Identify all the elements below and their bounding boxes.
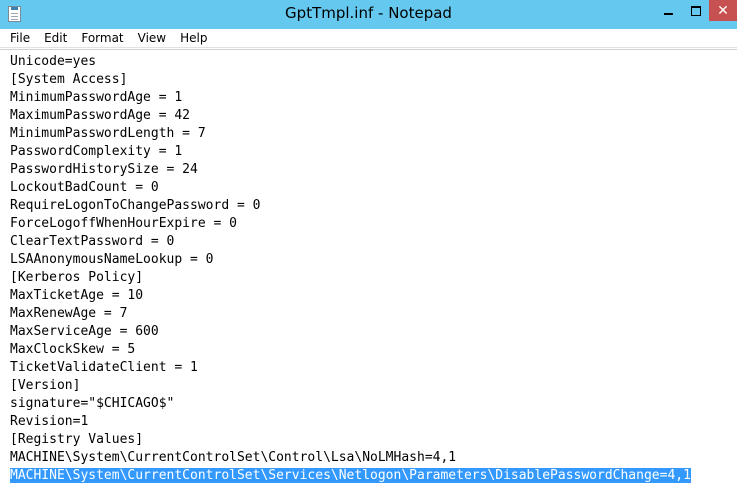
selected-text-line[interactable]: MACHINE\System\CurrentControlSet\Service… (10, 467, 691, 485)
text-line-content: MinimumPasswordLength = 7 (10, 126, 206, 141)
text-line[interactable]: [Version] (10, 377, 691, 395)
text-line[interactable]: MaxRenewAge = 7 (10, 305, 691, 323)
text-line-content: TicketValidateClient = 1 (10, 360, 198, 375)
close-icon: ✕ (717, 2, 729, 19)
text-line[interactable]: PasswordHistorySize = 24 (10, 161, 691, 179)
minimize-icon (664, 12, 673, 15)
text-line[interactable]: RequireLogonToChangePassword = 0 (10, 197, 691, 215)
text-line[interactable]: MinimumPasswordAge = 1 (10, 89, 691, 107)
text-line[interactable]: MaximumPasswordAge = 42 (10, 107, 691, 125)
text-line-content: MaxServiceAge = 600 (10, 324, 159, 339)
text-line-content: MaxClockSkew = 5 (10, 342, 136, 357)
maximize-icon (690, 5, 701, 16)
text-line[interactable]: [Registry Values] (10, 431, 691, 449)
text-line[interactable]: LockoutBadCount = 0 (10, 179, 691, 197)
text-line-content: [Version] (10, 378, 81, 393)
text-line[interactable]: signature="$CHICAGO$" (10, 395, 691, 413)
menu-bar: File Edit Format View Help (0, 29, 737, 48)
text-line-content: LSAAnonymousNameLookup = 0 (10, 252, 214, 267)
text-line[interactable]: Revision=1 (10, 413, 691, 431)
window-title: GptTmpl.inf - Notepad (285, 4, 452, 22)
text-line-content: MACHINE\System\CurrentControlSet\Service… (10, 468, 691, 483)
text-line-content: RequireLogonToChangePassword = 0 (10, 198, 261, 213)
text-line-content: PasswordHistorySize = 24 (10, 162, 198, 177)
text-editor[interactable]: Unicode=yes [System Access] MinimumPasswor… (0, 49, 737, 503)
text-line-content: Revision=1 (10, 414, 89, 429)
text-line-content: Unicode=yes (10, 54, 97, 69)
text-line-content: ForceLogoffWhenHourExpire = 0 (10, 216, 237, 231)
text-line[interactable]: ClearTextPassword = 0 (10, 233, 691, 251)
text-line-content: signature="$CHICAGO$" (10, 396, 175, 411)
text-line-content: [Kerberos Policy] (10, 270, 144, 285)
text-line[interactable]: TicketValidateClient = 1 (10, 359, 691, 377)
menu-format[interactable]: Format (74, 29, 130, 47)
text-line[interactable]: PasswordComplexity = 1 (10, 143, 691, 161)
menu-view[interactable]: View (131, 29, 173, 47)
text-line-content: PasswordComplexity = 1 (10, 144, 183, 159)
text-line-content: ClearTextPassword = 0 (10, 234, 175, 249)
text-line[interactable]: Unicode=yes (10, 53, 691, 71)
text-line-content: LockoutBadCount = 0 (10, 180, 159, 195)
text-line[interactable]: ForceLogoffWhenHourExpire = 0 (10, 215, 691, 233)
menu-edit[interactable]: Edit (37, 29, 74, 47)
maximize-button[interactable] (682, 0, 709, 21)
text-line-content: [System Access] (10, 72, 128, 87)
text-line-content: MinimumPasswordAge = 1 (10, 90, 183, 105)
text-line[interactable]: LSAAnonymousNameLookup = 0 (10, 251, 691, 269)
menu-file[interactable]: File (3, 29, 37, 47)
close-button[interactable]: ✕ (709, 0, 737, 21)
text-line-content: [Registry Values] (10, 432, 144, 447)
text-line[interactable]: [Kerberos Policy] (10, 269, 691, 287)
text-line[interactable]: MinimumPasswordLength = 7 (10, 125, 691, 143)
text-line-content: MACHINE\System\CurrentControlSet\Control… (10, 450, 457, 465)
text-line-content: MaxRenewAge = 7 (10, 306, 128, 321)
minimize-button[interactable] (655, 0, 682, 21)
text-line[interactable]: MaxServiceAge = 600 (10, 323, 691, 341)
text-line[interactable]: MACHINE\System\CurrentControlSet\Control… (10, 449, 691, 467)
menu-help[interactable]: Help (173, 29, 214, 47)
text-line[interactable]: MaxClockSkew = 5 (10, 341, 691, 359)
text-line-content: MaxTicketAge = 10 (10, 288, 144, 303)
editor-text[interactable]: Unicode=yes [System Access] MinimumPasswor… (10, 53, 691, 485)
text-line-content: MaximumPasswordAge = 42 (10, 108, 191, 123)
title-bar[interactable]: GptTmpl.inf - Notepad ✕ (0, 0, 737, 29)
text-line[interactable]: [System Access] (10, 71, 691, 89)
text-line[interactable]: MaxTicketAge = 10 (10, 287, 691, 305)
